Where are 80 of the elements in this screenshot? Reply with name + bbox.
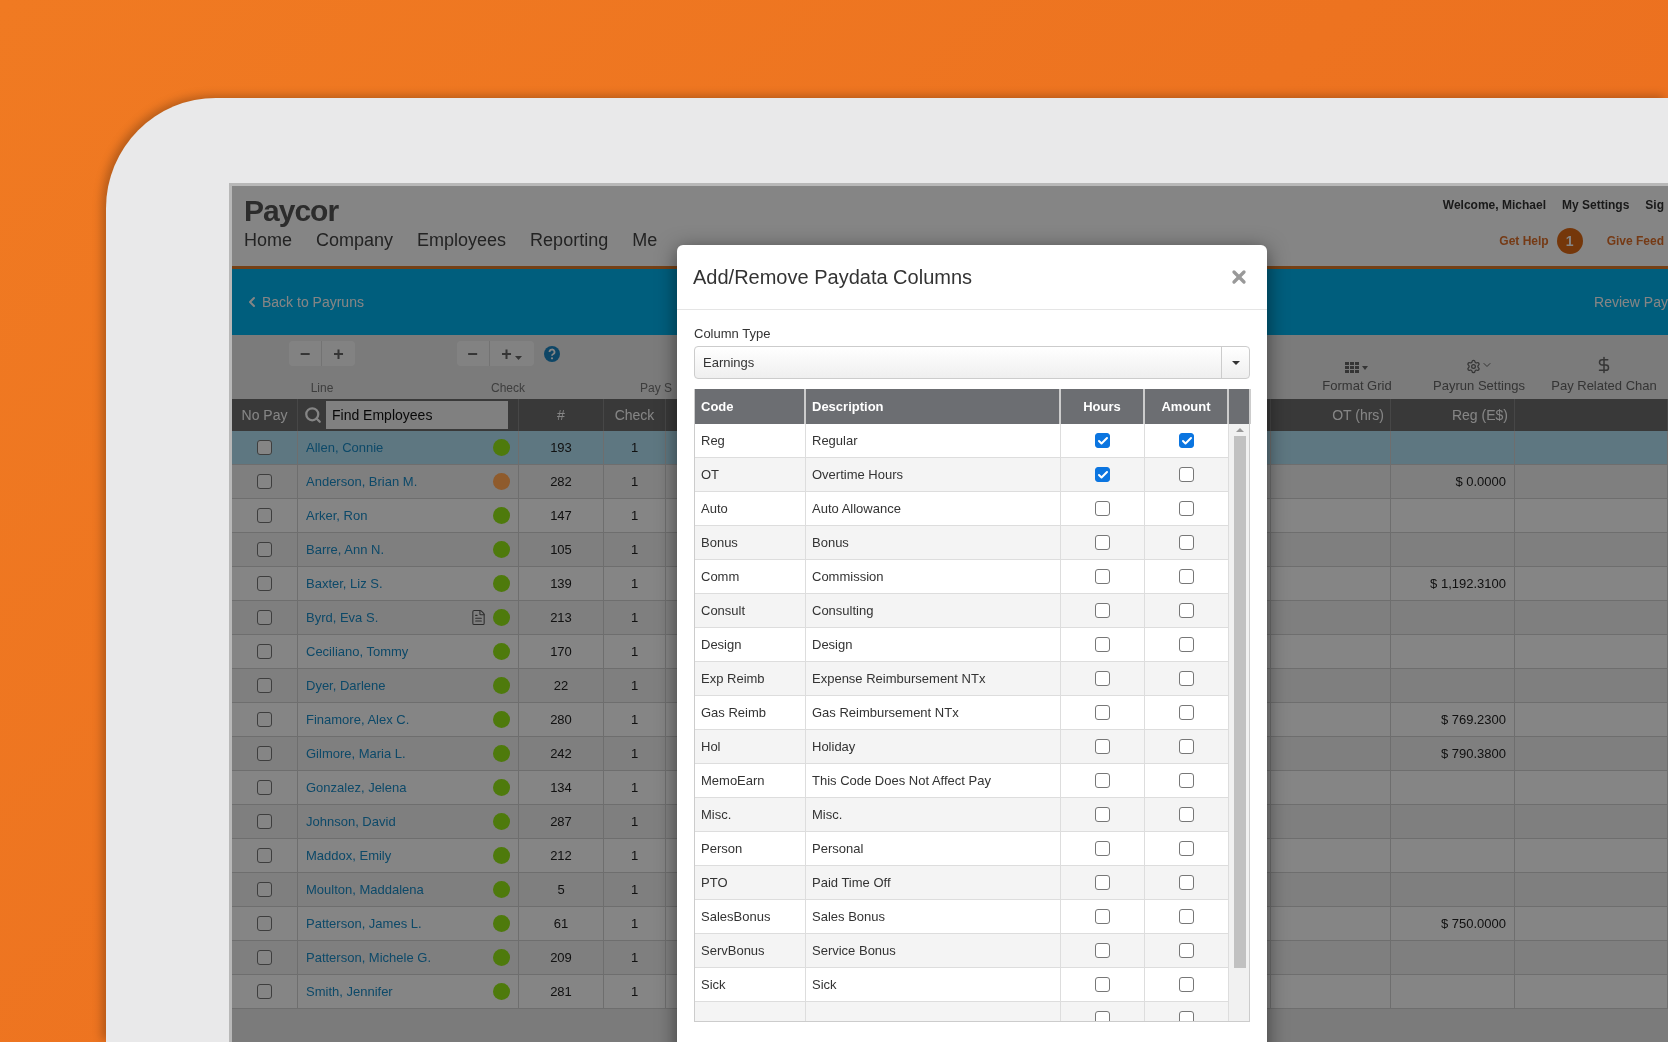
table-cell: 5 xyxy=(519,873,604,906)
table-cell: 1 xyxy=(604,839,666,872)
table-cell: SalesBonus xyxy=(695,900,806,933)
table-cell: Overtime Hours xyxy=(806,458,1061,491)
logo: Paycor xyxy=(244,194,340,228)
toolbar-label: Check xyxy=(491,381,525,395)
table-cell: OT xyxy=(695,458,806,491)
table-cell: 212 xyxy=(519,839,604,872)
table-cell: 1 xyxy=(604,669,666,702)
table-cell: 1 xyxy=(604,873,666,906)
table-cell: 1 xyxy=(604,805,666,838)
table-cell: 1 xyxy=(604,431,666,464)
table-cell: Regular xyxy=(806,424,1061,457)
table-cell: $ 0.0000 xyxy=(1391,465,1515,498)
table-cell: This Code Does Not Affect Pay xyxy=(806,764,1061,797)
table-cell: Expense Reimbursement NTx xyxy=(806,662,1061,695)
table-cell: Misc. xyxy=(806,798,1061,831)
table-cell: 1 xyxy=(604,465,666,498)
table-cell: 139 xyxy=(519,567,604,600)
table-cell: 1 xyxy=(604,533,666,566)
table-cell: Holiday xyxy=(806,730,1061,763)
table-cell: 1 xyxy=(604,703,666,736)
table-cell: 193 xyxy=(519,431,604,464)
table-cell: MemoEarn xyxy=(695,764,806,797)
table-cell: Paid Time Off xyxy=(806,866,1061,899)
table-cell: 287 xyxy=(519,805,604,838)
table-cell: Person xyxy=(695,832,806,865)
table-cell: 1 xyxy=(604,975,666,1008)
table-cell: Consulting xyxy=(806,594,1061,627)
table-cell: 213 xyxy=(519,601,604,634)
table-cell: 1 xyxy=(604,941,666,974)
table-cell: $ 790.3800 xyxy=(1391,737,1515,770)
field-label: Column Type xyxy=(694,326,772,341)
table-cell: Personal xyxy=(806,832,1061,865)
table-cell: 61 xyxy=(519,907,604,940)
table-cell: 1 xyxy=(604,635,666,668)
table-cell: Commission xyxy=(806,560,1061,593)
table-cell: 1 xyxy=(604,499,666,532)
table-cell: Sick xyxy=(806,968,1061,1001)
table-cell: 281 xyxy=(519,975,604,1008)
table-cell: Consult xyxy=(695,594,806,627)
table-cell: $ 750.0000 xyxy=(1391,907,1515,940)
table-cell: 147 xyxy=(519,499,604,532)
notification-badge: 1 xyxy=(1556,228,1583,254)
table-cell: 170 xyxy=(519,635,604,668)
table-cell: Comm xyxy=(695,560,806,593)
table-cell: Exp Reimb xyxy=(695,662,806,695)
table-cell: 242 xyxy=(519,737,604,770)
table-cell: 280 xyxy=(519,703,604,736)
toolbar-label: Line xyxy=(310,381,334,395)
table-cell: 1 xyxy=(604,567,666,600)
table-cell: Sales Bonus xyxy=(806,900,1061,933)
table-cell: Auto Allowance xyxy=(806,492,1061,525)
table-cell: 1 xyxy=(604,907,666,940)
table-cell: $ 1,192.3100 xyxy=(1391,567,1515,600)
table-cell: 209 xyxy=(519,941,604,974)
table-cell: Bonus xyxy=(695,526,806,559)
table-cell: PTO xyxy=(695,866,806,899)
table-cell: Misc. xyxy=(695,798,806,831)
table-cell: Reg xyxy=(695,424,806,457)
table-cell: Design xyxy=(695,628,806,661)
table-cell: Sick xyxy=(695,968,806,1001)
table-cell: 282 xyxy=(519,465,604,498)
table-cell: 1 xyxy=(604,601,666,634)
table-cell: 105 xyxy=(519,533,604,566)
table-cell: Gas Reimb xyxy=(695,696,806,729)
table-cell: ServBonus xyxy=(695,934,806,967)
toolbar-label: Pay S xyxy=(640,381,672,395)
table-cell: Service Bonus xyxy=(806,934,1061,967)
table-cell: Auto xyxy=(695,492,806,525)
dialog-title: Add/Remove Paydata Columns xyxy=(693,265,973,289)
table-cell: Hol xyxy=(695,730,806,763)
table-cell: 134 xyxy=(519,771,604,804)
table-cell: 1 xyxy=(604,737,666,770)
table-cell: 1 xyxy=(604,771,666,804)
table-cell: Design xyxy=(806,628,1061,661)
table-cell: $ 769.2300 xyxy=(1391,703,1515,736)
table-cell: 22 xyxy=(519,669,604,702)
table-cell: Bonus xyxy=(806,526,1061,559)
table-cell: Gas Reimbursement NTx xyxy=(806,696,1061,729)
